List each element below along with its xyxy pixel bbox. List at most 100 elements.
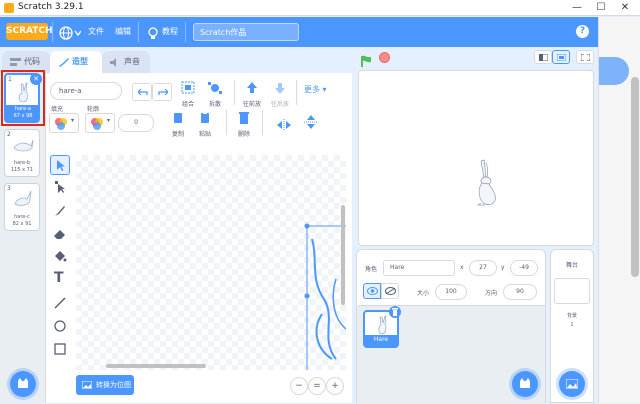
stage-selector-panel[interactable]: 舞台 背景 1: [550, 249, 594, 403]
copy-icon: [174, 113, 182, 123]
circle-tool[interactable]: [50, 316, 70, 336]
sprite-x-input[interactable]: 27: [469, 260, 497, 276]
choose-costume-button[interactable]: [10, 371, 36, 397]
scratch-logo[interactable]: SCRATCH: [6, 23, 53, 40]
color-swatch-icon: [91, 118, 103, 130]
help-icon[interactable]: ?: [576, 25, 589, 38]
app-icon: [4, 3, 14, 13]
chevron-down-icon: ▾: [107, 117, 111, 124]
direction-label: 方向: [485, 290, 498, 297]
choose-backdrop-button[interactable]: [559, 371, 585, 397]
vertical-scrollbar[interactable]: [341, 205, 345, 305]
text-t-icon: T: [54, 270, 64, 286]
stage-canvas[interactable]: [358, 70, 594, 246]
sprite-direction-input[interactable]: 90: [503, 284, 537, 300]
drawing-canvas[interactable]: [76, 155, 346, 370]
group-button[interactable]: 组合: [178, 80, 198, 108]
fullscreen-button[interactable]: [576, 50, 594, 64]
zoom-reset-button[interactable]: =: [308, 377, 326, 395]
costume-size: 115 x 71: [10, 167, 34, 173]
brush-tool[interactable]: [50, 201, 70, 221]
costume-name-input[interactable]: hare-a: [50, 82, 122, 100]
menu-bar: SCRATCH 文件 编辑 教程 Scratch作品 ?: [0, 17, 598, 47]
sprite-name-input[interactable]: Hare: [383, 260, 455, 276]
zoom-out-button[interactable]: −: [290, 377, 308, 395]
minimize-button[interactable]: —: [568, 0, 586, 16]
line-icon: [54, 297, 66, 309]
backward-button[interactable]: 往后放: [268, 80, 292, 108]
zoom-in-button[interactable]: +: [326, 377, 344, 395]
delete-button[interactable]: 删除: [234, 110, 254, 138]
menu-tutorials[interactable]: 教程: [162, 26, 178, 37]
fullscreen-icon: [581, 54, 590, 61]
green-flag-icon[interactable]: [360, 52, 372, 71]
line-tool[interactable]: [50, 293, 70, 313]
background-decoration: [599, 57, 629, 85]
horizontal-scrollbar[interactable]: [106, 364, 206, 368]
project-name-input[interactable]: Scratch作品: [193, 23, 299, 41]
hare-thumbnail-icon: [13, 139, 34, 152]
lightbulb-icon[interactable]: [148, 25, 158, 44]
circle-icon: [54, 320, 66, 332]
cat-add-icon: [520, 378, 530, 388]
backdrop-icon: [566, 379, 578, 389]
outline-width-input[interactable]: 0: [118, 114, 154, 132]
stage-thumbnail[interactable]: [554, 278, 590, 304]
maximize-button[interactable]: ☐: [592, 0, 610, 16]
outline-color-picker[interactable]: ▾: [85, 113, 115, 133]
paste-button[interactable]: 粘贴: [195, 110, 215, 138]
undo-button[interactable]: [132, 83, 152, 101]
divider: [296, 80, 297, 105]
rectangle-tool[interactable]: [50, 339, 70, 359]
delete-sprite-button[interactable]: [389, 306, 401, 318]
convert-to-bitmap-button[interactable]: 转换为位图: [76, 375, 134, 395]
tab-costumes[interactable]: 造型: [50, 51, 102, 73]
text-tool[interactable]: T: [50, 270, 70, 290]
divider: [262, 110, 263, 135]
ungroup-button[interactable]: 拆散: [205, 80, 225, 108]
costume-item[interactable]: 3 hare-c 82 x 91: [4, 183, 40, 231]
flip-vertical-icon: [304, 115, 318, 129]
redo-button[interactable]: [152, 83, 172, 101]
eraser-tool[interactable]: [50, 224, 70, 244]
reshape-tool[interactable]: [50, 178, 70, 198]
fill-tool[interactable]: [50, 247, 70, 267]
tab-costumes-label: 造型: [72, 57, 88, 66]
menu-file[interactable]: 文件: [88, 26, 104, 37]
sprite-size-input[interactable]: 100: [435, 284, 467, 300]
more-button[interactable]: 更多 ▾: [304, 84, 327, 95]
forward-button[interactable]: 往前放: [240, 80, 264, 108]
eye-icon: [367, 287, 378, 295]
close-button[interactable]: ✕: [616, 0, 634, 16]
small-stage-button[interactable]: [534, 50, 552, 64]
show-sprite-button[interactable]: [363, 283, 381, 299]
ungroup-icon: [208, 82, 222, 94]
rectangle-icon: [54, 343, 66, 355]
language-globe-icon[interactable]: [59, 25, 82, 44]
large-stage-button[interactable]: [552, 50, 570, 64]
hide-sprite-button[interactable]: [381, 283, 399, 299]
choose-sprite-button[interactable]: [512, 371, 538, 397]
y-label: y: [501, 264, 505, 271]
background-window-strip: [598, 17, 640, 403]
select-tool[interactable]: [50, 155, 70, 175]
code-icon: [10, 58, 21, 66]
copy-button[interactable]: 复制: [168, 110, 188, 138]
editor-tabs: 代码 造型 声音: [0, 47, 356, 73]
flip-horizontal-button[interactable]: [276, 116, 292, 135]
sprite-y-input[interactable]: -49: [510, 260, 538, 276]
sprite-thumbnail[interactable]: Hare: [363, 306, 401, 348]
menu-edit[interactable]: 编辑: [115, 26, 131, 37]
eye-slash-icon: [385, 287, 396, 295]
fill-color-picker[interactable]: ▾: [49, 113, 79, 133]
paintbrush-icon: [55, 206, 65, 216]
tab-sounds[interactable]: 声音: [102, 51, 150, 73]
group-icon: [181, 81, 195, 94]
costume-size: 82 x 91: [12, 221, 32, 227]
costume-item[interactable]: 2 hare-b 115 x 71: [4, 129, 40, 177]
flip-vertical-button[interactable]: [304, 114, 318, 134]
image-icon: [82, 381, 92, 389]
stop-icon[interactable]: [379, 52, 390, 63]
scrollbar[interactable]: [631, 77, 639, 277]
window-titlebar: Scratch 3.29.1 — ☐ ✕: [0, 0, 640, 16]
